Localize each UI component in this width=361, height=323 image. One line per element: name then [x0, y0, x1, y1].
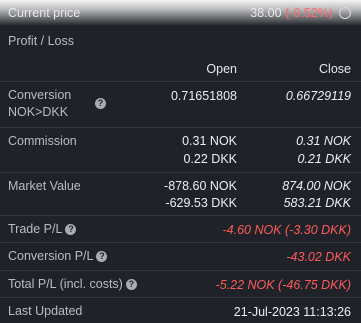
commission-row: Commission 0.31 NOK 0.22 DKK 0.31 NOK 0.… [0, 127, 361, 173]
trade-pl-help-icon[interactable]: ? [65, 224, 77, 236]
clock-icon[interactable] [339, 7, 351, 19]
trade-pl-label-wrap: Trade P/L? [8, 221, 77, 238]
conversion-label: Conversion NOK>DKK [8, 87, 71, 121]
trade-pl-value: -4.60 NOK (-3.30 DKK) [222, 223, 351, 237]
column-header-open: Open [206, 62, 237, 76]
market-value-close-dkk: 583.21 DKK [283, 196, 351, 210]
conversion-pl-value: -43.02 DKK [286, 250, 351, 264]
conversion-label-line2: NOK>DKK [8, 105, 69, 119]
current-price-change: (-0.52%) [285, 6, 333, 20]
commission-open-nok: 0.31 NOK [182, 134, 237, 148]
total-pl-row: Total P/L (incl. costs)? -5.22 NOK (-46.… [0, 270, 361, 298]
market-value-open-nok: -878.60 NOK [164, 179, 237, 193]
trade-pl-label: Trade P/L [8, 222, 63, 236]
conversion-pl-row: Conversion P/L? -43.02 DKK [0, 242, 361, 271]
conversion-pl-label-wrap: Conversion P/L? [8, 248, 108, 265]
total-pl-label-wrap: Total P/L (incl. costs)? [8, 276, 137, 293]
conversion-pl-label: Conversion P/L [8, 249, 94, 263]
total-pl-label: Total P/L (incl. costs) [8, 277, 123, 291]
current-price-value: 38.00 (-0.52%) [250, 6, 333, 20]
column-header-close: Close [319, 62, 351, 76]
market-value-open-dkk: -629.53 DKK [165, 196, 237, 210]
conversion-pl-help-icon[interactable]: ? [96, 251, 108, 263]
conversion-close: 0.66729119 [285, 89, 351, 103]
conversion-help-icon[interactable]: ? [95, 98, 106, 109]
commission-close-dkk: 0.21 DKK [297, 152, 351, 166]
current-price-label: Current price [8, 6, 81, 20]
current-price-bar: Current price 38.00 (-0.52%) [0, 0, 361, 26]
market-value-row: Market Value -878.60 NOK -629.53 DKK 874… [0, 172, 361, 216]
conversion-label-line1: Conversion [8, 88, 72, 102]
last-updated-label: Last Updated [8, 304, 83, 318]
market-value-label: Market Value [8, 179, 81, 193]
last-updated-value: 21-Jul-2023 11:13:26 [233, 305, 351, 319]
commission-open-dkk: 0.22 DKK [183, 152, 237, 166]
commission-close-nok: 0.31 NOK [296, 134, 351, 148]
conversion-row: Conversion NOK>DKK ? 0.71651808 0.667291… [0, 81, 361, 128]
commission-label: Commission [8, 134, 77, 148]
trade-pl-row: Trade P/L? -4.60 NOK (-3.30 DKK) [0, 215, 361, 243]
total-pl-value: -5.22 NOK (-46.75 DKK) [215, 278, 351, 292]
last-updated-row: Last Updated 21-Jul-2023 11:13:26 [0, 297, 361, 323]
market-value-close-nok: 874.00 NOK [282, 179, 351, 193]
total-pl-help-icon[interactable]: ? [125, 279, 137, 291]
section-title: Profit / Loss [8, 34, 74, 48]
current-price-number: 38.00 [250, 6, 282, 20]
conversion-open: 0.71651808 [170, 89, 237, 103]
